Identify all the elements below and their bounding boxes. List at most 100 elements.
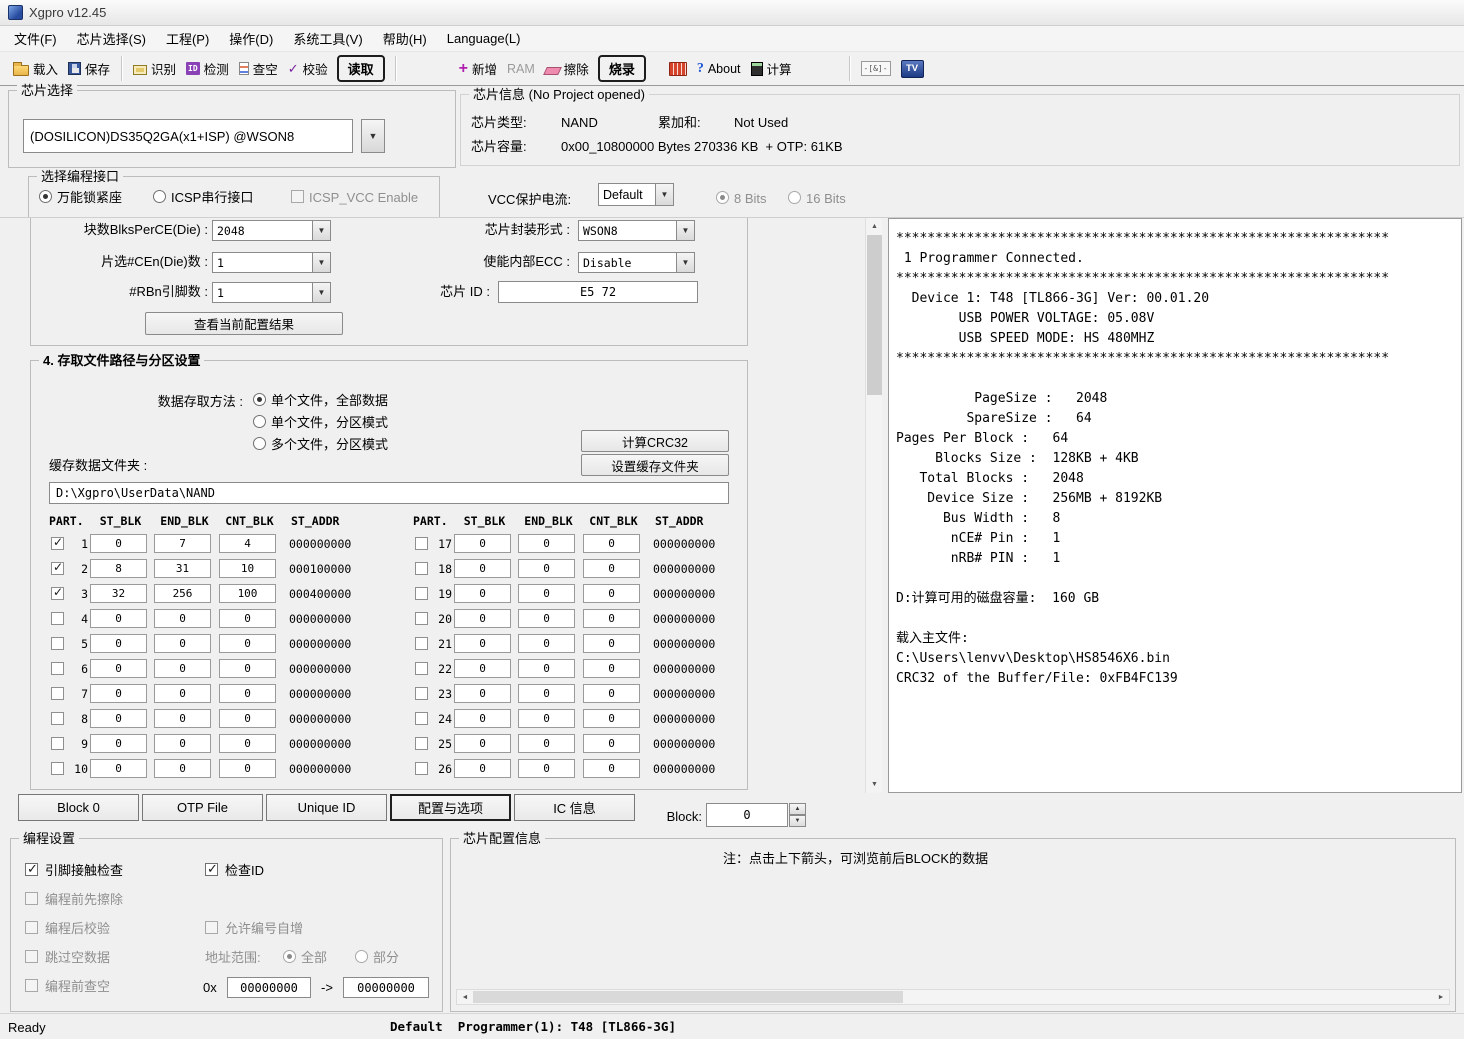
cnt-blk-field[interactable]: 0 [583,709,640,728]
chip-select-value[interactable]: (DOSILICON)DS35Q2GA(x1+ISP) @WSON8 [23,119,353,153]
cnt-blk-field[interactable]: 4 [219,534,276,553]
rb-pins-combo[interactable]: 1 [212,282,331,303]
st-blk-field[interactable]: 8 [90,559,147,578]
view-config-button[interactable]: 查看当前配置结果 [145,312,343,335]
method-single-all-radio[interactable] [253,393,266,406]
calc-crc32-button[interactable]: 计算CRC32 [581,430,729,452]
cnt-blk-field[interactable]: 10 [219,559,276,578]
cnt-blk-field[interactable]: 0 [219,634,276,653]
cnt-blk-field[interactable]: 0 [583,684,640,703]
st-blk-field[interactable]: 0 [90,709,147,728]
calc-button[interactable]: 计算 [746,56,797,81]
partition-enable-checkbox[interactable] [415,712,428,725]
st-blk-field[interactable]: 0 [454,709,511,728]
cnt-blk-field[interactable]: 0 [583,559,640,578]
tab-ic-info[interactable]: IC 信息 [514,794,635,821]
st-blk-field[interactable]: 0 [454,609,511,628]
cnt-blk-field[interactable]: 0 [583,634,640,653]
partition-enable-checkbox[interactable] [415,537,428,550]
end-blk-field[interactable]: 256 [154,584,211,603]
method-single-part-radio[interactable] [253,415,266,428]
cnt-blk-field[interactable]: 0 [583,584,640,603]
menu-item[interactable]: 芯片选择(S) [67,26,156,51]
method-multi-part-radio[interactable] [253,437,266,450]
scroll-up-arrow[interactable]: ▲ [866,218,882,235]
dropdown-arrow-icon[interactable] [313,252,331,273]
blank-check-button[interactable]: 查空 [234,56,283,81]
chip-select-dropdown-button[interactable] [361,119,385,153]
cnt-blk-field[interactable]: 0 [583,534,640,553]
scroll-right-arrow[interactable]: ► [1433,990,1449,1004]
scrollbar-thumb[interactable] [473,991,903,1003]
scroll-down-arrow[interactable]: ▼ [866,776,882,793]
pin-check-checkbox[interactable] [25,863,38,876]
st-blk-field[interactable]: 0 [454,659,511,678]
end-blk-field[interactable]: 0 [518,709,575,728]
st-blk-field[interactable]: 0 [454,759,511,778]
partition-enable-checkbox[interactable] [51,687,64,700]
menu-item[interactable]: 系统工具(V) [283,26,372,51]
end-blk-field[interactable]: 0 [518,659,575,678]
cnt-blk-field[interactable]: 0 [583,609,640,628]
cache-folder-path-field[interactable]: D:\Xgpro\UserData\NAND [49,482,729,504]
tv-button[interactable]: TV [896,57,929,81]
menu-item[interactable]: 文件(F) [4,26,67,51]
ram-button[interactable]: RAM [502,59,540,79]
verify-button[interactable]: ✓ 校验 [283,56,333,81]
save-button[interactable]: 保存 [63,56,115,81]
end-blk-field[interactable]: 0 [518,734,575,753]
partition-enable-checkbox[interactable] [415,562,428,575]
end-blk-field[interactable]: 0 [518,759,575,778]
partition-enable-checkbox[interactable] [51,537,64,550]
st-blk-field[interactable]: 0 [454,534,511,553]
menu-item[interactable]: 操作(D) [219,26,283,51]
dropdown-arrow-icon[interactable] [313,282,331,303]
cnt-blk-field[interactable]: 0 [219,709,276,728]
vcc-current-combo[interactable]: Default [598,183,674,206]
end-blk-field[interactable]: 7 [154,534,211,553]
add-button[interactable]: + 新增 [454,56,502,81]
cnt-blk-field[interactable]: 0 [583,734,640,753]
st-blk-field[interactable]: 0 [90,734,147,753]
partition-enable-checkbox[interactable] [415,662,428,675]
icsp-interface-radio[interactable] [153,190,166,203]
vertical-scrollbar[interactable]: ▲ ▼ [865,218,882,793]
st-blk-field[interactable]: 0 [454,684,511,703]
logic-test-button[interactable] [856,58,896,79]
end-blk-field[interactable]: 31 [154,559,211,578]
end-blk-field[interactable]: 0 [154,759,211,778]
cnt-blk-field[interactable]: 0 [583,759,640,778]
end-blk-field[interactable]: 0 [518,584,575,603]
check-button[interactable]: ID 检测 [181,56,234,81]
cnt-blk-field[interactable]: 0 [219,609,276,628]
end-blk-field[interactable]: 0 [154,709,211,728]
socket-button[interactable] [664,59,692,79]
st-blk-field[interactable]: 0 [90,634,147,653]
load-button[interactable]: 载入 [8,56,63,81]
socket-interface-radio[interactable] [39,190,52,203]
partition-enable-checkbox[interactable] [51,737,64,750]
st-blk-field[interactable]: 0 [454,559,511,578]
dropdown-arrow-icon[interactable] [677,220,695,241]
tab-config-options[interactable]: 配置与选项 [390,794,511,821]
st-blk-field[interactable]: 0 [90,684,147,703]
end-blk-field[interactable]: 0 [518,609,575,628]
partition-enable-checkbox[interactable] [415,612,428,625]
identify-button[interactable]: 识别 [128,56,181,81]
st-blk-field[interactable]: 0 [90,609,147,628]
cnt-blk-field[interactable]: 0 [583,659,640,678]
tab-unique-id[interactable]: Unique ID [266,794,387,821]
end-blk-field[interactable]: 0 [518,634,575,653]
end-blk-field[interactable]: 0 [154,684,211,703]
st-blk-field[interactable]: 32 [90,584,147,603]
program-button[interactable]: 烧录 [598,55,646,82]
horizontal-scrollbar[interactable]: ◄ ► [456,989,1450,1005]
cnt-blk-field[interactable]: 0 [219,659,276,678]
partition-enable-checkbox[interactable] [51,562,64,575]
blocks-per-ce-combo[interactable]: 2048 [212,220,331,241]
st-blk-field[interactable]: 0 [90,659,147,678]
end-blk-field[interactable]: 0 [518,559,575,578]
check-id-checkbox[interactable] [205,863,218,876]
st-blk-field[interactable]: 0 [90,534,147,553]
partition-enable-checkbox[interactable] [51,587,64,600]
